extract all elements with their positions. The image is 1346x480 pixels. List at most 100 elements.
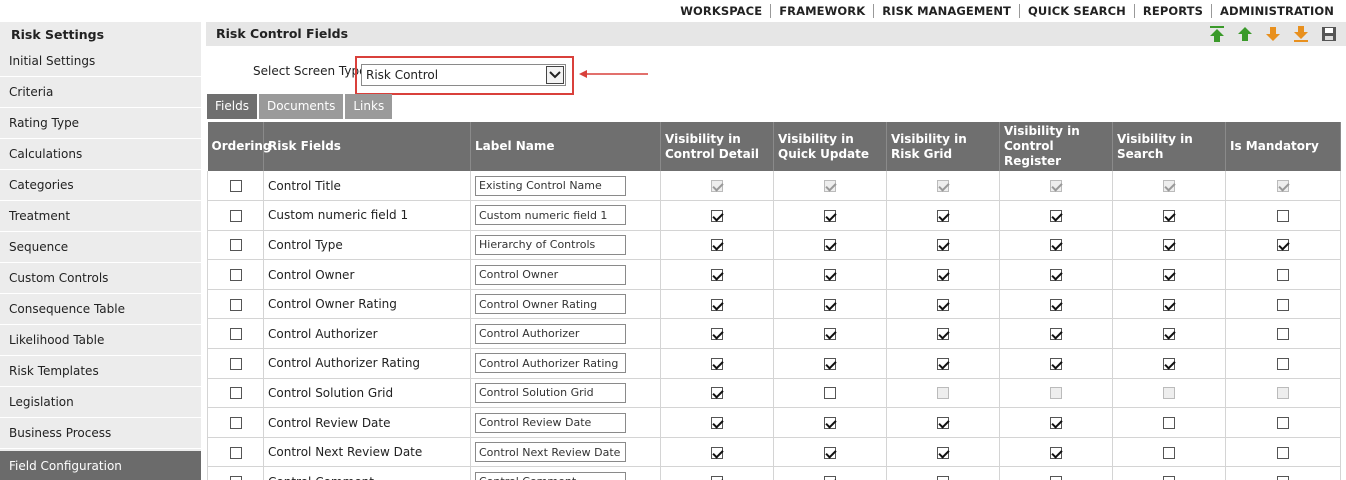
control-register-checkbox[interactable] [1050,446,1062,459]
sidebar-item-consequence-table[interactable]: Consequence Table [0,294,201,325]
control-register-checkbox[interactable] [1050,269,1062,282]
control-register-checkbox[interactable] [1050,328,1062,341]
ordering-checkbox[interactable] [229,357,242,370]
ordering-checkbox[interactable] [229,476,242,480]
move-bottom-icon[interactable] [1292,25,1310,43]
control-register-checkbox[interactable] [1050,476,1062,480]
ordering-checkbox[interactable] [229,180,242,193]
control-register-checkbox[interactable] [1050,298,1062,311]
save-icon[interactable] [1320,25,1338,43]
search-checkbox[interactable] [1163,446,1175,459]
tab-links[interactable]: Links [345,94,393,119]
tab-fields[interactable]: Fields [207,94,257,119]
sidebar-item-calculations[interactable]: Calculations [0,139,201,170]
mandatory-checkbox[interactable] [1277,446,1289,459]
nav-workspace[interactable]: WORKSPACE [672,4,770,18]
screen-type-select[interactable]: Risk Control [361,64,566,86]
quick-update-checkbox[interactable] [824,387,836,400]
ordering-checkbox[interactable] [229,239,242,252]
sidebar-item-rating-type[interactable]: Rating Type [0,108,201,139]
nav-administration[interactable]: ADMINISTRATION [1211,4,1342,18]
search-checkbox[interactable] [1163,209,1175,222]
sidebar-item-likelihood-table[interactable]: Likelihood Table [0,325,201,356]
sidebar-item-custom-controls[interactable]: Custom Controls [0,263,201,294]
sidebar-item-initial-settings[interactable]: Initial Settings [0,46,201,77]
mandatory-checkbox[interactable] [1277,209,1289,222]
control-detail-checkbox[interactable] [711,209,723,222]
mandatory-checkbox[interactable] [1277,417,1289,430]
nav-framework[interactable]: FRAMEWORK [770,4,873,18]
label-name-input[interactable] [475,382,626,403]
quick-update-checkbox[interactable] [824,209,836,222]
control-detail-checkbox[interactable] [711,269,723,282]
mandatory-checkbox[interactable] [1277,239,1289,252]
sidebar-item-categories[interactable]: Categories [0,170,201,201]
risk-grid-checkbox[interactable] [937,298,949,311]
nav-quick-search[interactable]: QUICK SEARCH [1019,4,1134,18]
control-detail-checkbox[interactable] [711,328,723,341]
sidebar-item-risk-templates[interactable]: Risk Templates [0,356,201,387]
search-checkbox[interactable] [1163,239,1175,252]
mandatory-checkbox[interactable] [1277,357,1289,370]
label-name-input[interactable] [475,412,626,433]
sidebar-item-criteria[interactable]: Criteria [0,77,201,108]
quick-update-checkbox[interactable] [824,357,836,370]
search-checkbox[interactable] [1163,417,1175,430]
mandatory-checkbox[interactable] [1277,328,1289,341]
risk-grid-checkbox[interactable] [937,239,949,252]
control-register-checkbox[interactable] [1050,357,1062,370]
quick-update-checkbox[interactable] [824,328,836,341]
control-detail-checkbox[interactable] [711,446,723,459]
risk-grid-checkbox[interactable] [937,417,949,430]
label-name-input[interactable] [475,471,626,480]
ordering-checkbox[interactable] [229,446,242,459]
label-name-input[interactable] [475,323,626,344]
control-detail-checkbox[interactable] [711,357,723,370]
label-name-input[interactable] [475,264,626,285]
search-checkbox[interactable] [1163,476,1175,480]
search-checkbox[interactable] [1163,328,1175,341]
nav-reports[interactable]: REPORTS [1133,4,1211,18]
quick-update-checkbox[interactable] [824,239,836,252]
mandatory-checkbox[interactable] [1277,298,1289,311]
control-detail-checkbox[interactable] [711,239,723,252]
sidebar-item-treatment[interactable]: Treatment [0,201,201,232]
risk-grid-checkbox[interactable] [937,357,949,370]
risk-grid-checkbox[interactable] [937,209,949,222]
quick-update-checkbox[interactable] [824,269,836,282]
ordering-checkbox[interactable] [229,209,242,222]
sidebar-item-field-configuration[interactable]: Field Configuration [0,451,201,480]
label-name-input[interactable] [475,294,626,315]
quick-update-checkbox[interactable] [824,446,836,459]
sidebar-item-legislation[interactable]: Legislation [0,387,201,418]
move-up-icon[interactable] [1236,25,1254,43]
label-name-input[interactable] [475,234,626,255]
label-name-input[interactable] [475,175,626,196]
control-detail-checkbox[interactable] [711,387,723,400]
move-down-icon[interactable] [1264,25,1282,43]
label-name-input[interactable] [475,442,626,463]
ordering-checkbox[interactable] [229,417,242,430]
ordering-checkbox[interactable] [229,269,242,282]
search-checkbox[interactable] [1163,269,1175,282]
label-name-input[interactable] [475,353,626,374]
ordering-checkbox[interactable] [229,298,242,311]
risk-grid-checkbox[interactable] [937,446,949,459]
risk-grid-checkbox[interactable] [937,476,949,480]
mandatory-checkbox[interactable] [1277,476,1289,480]
ordering-checkbox[interactable] [229,328,242,341]
mandatory-checkbox[interactable] [1277,269,1289,282]
risk-grid-checkbox[interactable] [937,269,949,282]
search-checkbox[interactable] [1163,357,1175,370]
quick-update-checkbox[interactable] [824,298,836,311]
control-detail-checkbox[interactable] [711,417,723,430]
move-top-icon[interactable] [1208,25,1226,43]
ordering-checkbox[interactable] [229,387,242,400]
quick-update-checkbox[interactable] [824,476,836,480]
tab-documents[interactable]: Documents [258,94,344,119]
risk-grid-checkbox[interactable] [937,328,949,341]
sidebar-item-business-process[interactable]: Business Process [0,418,201,449]
control-detail-checkbox[interactable] [711,298,723,311]
control-register-checkbox[interactable] [1050,239,1062,252]
search-checkbox[interactable] [1163,298,1175,311]
